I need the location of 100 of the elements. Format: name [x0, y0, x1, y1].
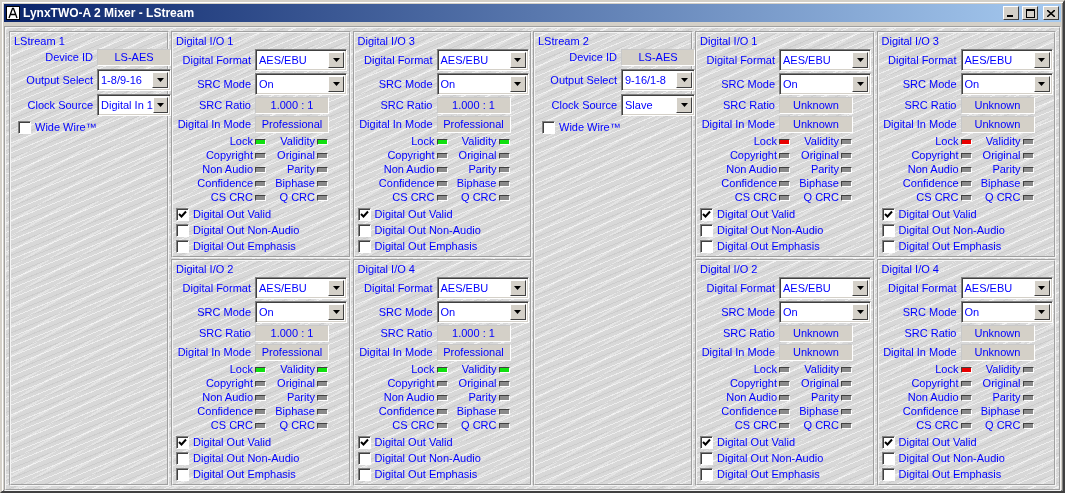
- field-label: Digital In Mode: [882, 118, 957, 131]
- checkbox[interactable]: [700, 435, 713, 449]
- checkbox[interactable]: [357, 239, 371, 253]
- checkbox[interactable]: [700, 451, 713, 465]
- dropdown[interactable]: AES/EBU: [960, 49, 1053, 71]
- checkbox-label[interactable]: Wide Wire™: [559, 120, 621, 134]
- checkbox[interactable]: [176, 451, 189, 465]
- checkbox[interactable]: [542, 120, 555, 134]
- checkbox[interactable]: [881, 435, 895, 449]
- led-label: Non Audio: [725, 163, 777, 176]
- checkbox[interactable]: [176, 239, 189, 253]
- minimize-button[interactable]: [1003, 6, 1019, 20]
- checkbox-label[interactable]: Digital Out Non-Audio: [717, 451, 824, 465]
- maximize-button[interactable]: [1022, 6, 1038, 20]
- field-label: SRC Mode: [377, 77, 433, 91]
- led-label: Non Audio: [906, 391, 959, 404]
- caret-icon: [514, 286, 521, 290]
- checkbox-label[interactable]: Digital Out Valid: [193, 207, 272, 221]
- checkbox[interactable]: [881, 451, 895, 465]
- led-label: Parity: [467, 163, 497, 176]
- checkbox-label[interactable]: Digital Out Valid: [898, 435, 977, 449]
- checkbox[interactable]: [881, 467, 895, 481]
- dropdown[interactable]: On: [436, 301, 529, 323]
- checkbox-label[interactable]: Digital Out Emphasis: [898, 239, 1002, 253]
- checkbox-label[interactable]: Digital Out Valid: [717, 207, 796, 221]
- led-label: Non Audio: [906, 163, 959, 176]
- dropdown[interactable]: AES/EBU: [255, 49, 347, 71]
- dropdown[interactable]: On: [255, 301, 347, 323]
- checkbox[interactable]: [881, 223, 895, 237]
- app-icon[interactable]: [6, 6, 20, 20]
- checkbox[interactable]: [176, 467, 189, 481]
- led-label: Q CRC: [278, 191, 315, 204]
- dropdown[interactable]: AES/EBU: [960, 277, 1053, 299]
- dropdown[interactable]: AES/EBU: [255, 277, 347, 299]
- close-button[interactable]: [1043, 6, 1059, 20]
- checkbox-label[interactable]: Digital Out Non-Audio: [374, 451, 481, 465]
- checkbox-label[interactable]: Digital Out Emphasis: [193, 467, 296, 481]
- led-label: CS CRC: [391, 191, 435, 204]
- field-label: SRC Ratio: [198, 327, 251, 340]
- checkbox[interactable]: [700, 239, 713, 253]
- checkbox-label[interactable]: Digital Out Valid: [898, 207, 977, 221]
- dropdown[interactable]: On: [960, 301, 1053, 323]
- checkbox-label[interactable]: Digital Out Valid: [193, 435, 272, 449]
- dropdown[interactable]: On: [255, 73, 347, 95]
- dropdown[interactable]: 1-8/9-16: [97, 69, 171, 91]
- checkbox-label[interactable]: Digital Out Non-Audio: [898, 223, 1005, 237]
- checkbox-label[interactable]: Digital Out Emphasis: [374, 239, 478, 253]
- checkbox-label[interactable]: Digital Out Valid: [717, 435, 796, 449]
- checkbox-label[interactable]: Digital Out Emphasis: [374, 467, 478, 481]
- dropdown[interactable]: Slave: [621, 94, 695, 116]
- checkbox-label[interactable]: Digital Out Valid: [374, 207, 453, 221]
- checkbox[interactable]: [176, 435, 189, 449]
- checkbox[interactable]: [357, 435, 371, 449]
- dropdown[interactable]: Digital In 1: [97, 94, 171, 116]
- checkbox-label[interactable]: Digital Out Emphasis: [717, 239, 820, 253]
- dropdown[interactable]: AES/EBU: [779, 49, 871, 71]
- checkbox-label[interactable]: Digital Out Non-Audio: [193, 451, 300, 465]
- caret-icon: [1038, 310, 1045, 314]
- checkbox-label[interactable]: Digital Out Non-Audio: [898, 451, 1005, 465]
- checkbox[interactable]: [18, 120, 31, 134]
- checkbox-label[interactable]: Digital Out Valid: [374, 435, 453, 449]
- field-label: Digital Format: [181, 53, 251, 67]
- checkbox-label[interactable]: Digital Out Emphasis: [898, 467, 1002, 481]
- checkbox-label[interactable]: Digital Out Emphasis: [193, 239, 296, 253]
- dropdown[interactable]: AES/EBU: [436, 49, 529, 71]
- checkbox-label[interactable]: Wide Wire™: [35, 120, 97, 134]
- checkbox[interactable]: [357, 223, 371, 237]
- dropdown[interactable]: 9-16/1-8: [621, 69, 695, 91]
- led-label: Validity: [279, 135, 315, 148]
- field-label: Clock Source: [550, 98, 617, 112]
- checkbox-label[interactable]: Digital Out Emphasis: [717, 467, 820, 481]
- field-label: Digital In Mode: [358, 346, 433, 359]
- dropdown[interactable]: On: [960, 73, 1053, 95]
- checkbox[interactable]: [700, 207, 713, 221]
- led-label: Q CRC: [278, 419, 315, 432]
- dropdown[interactable]: On: [436, 73, 529, 95]
- checkbox[interactable]: [881, 207, 895, 221]
- checkbox-label[interactable]: Digital Out Non-Audio: [374, 223, 481, 237]
- dropdown[interactable]: AES/EBU: [436, 277, 529, 299]
- field-label: SRC Mode: [196, 305, 251, 319]
- checkbox[interactable]: [176, 223, 189, 237]
- led-label: Non Audio: [201, 391, 253, 404]
- checkbox[interactable]: [881, 239, 895, 253]
- checkbox[interactable]: [700, 223, 713, 237]
- readout-field: Unknown: [960, 116, 1035, 133]
- field-label: Digital Format: [181, 281, 251, 295]
- dropdown[interactable]: On: [779, 73, 871, 95]
- checkbox-label[interactable]: Digital Out Non-Audio: [717, 223, 824, 237]
- dropdown[interactable]: AES/EBU: [779, 277, 871, 299]
- led-label: Biphase: [274, 177, 315, 190]
- group-title: Digital I/O 2: [176, 262, 234, 276]
- checkbox[interactable]: [176, 207, 189, 221]
- led-label: Validity: [984, 363, 1021, 376]
- checkbox-label[interactable]: Digital Out Non-Audio: [193, 223, 300, 237]
- led-label: Copyright: [386, 377, 435, 390]
- dropdown[interactable]: On: [779, 301, 871, 323]
- checkbox[interactable]: [357, 451, 371, 465]
- checkbox[interactable]: [357, 207, 371, 221]
- checkbox[interactable]: [700, 467, 713, 481]
- checkbox[interactable]: [357, 467, 371, 481]
